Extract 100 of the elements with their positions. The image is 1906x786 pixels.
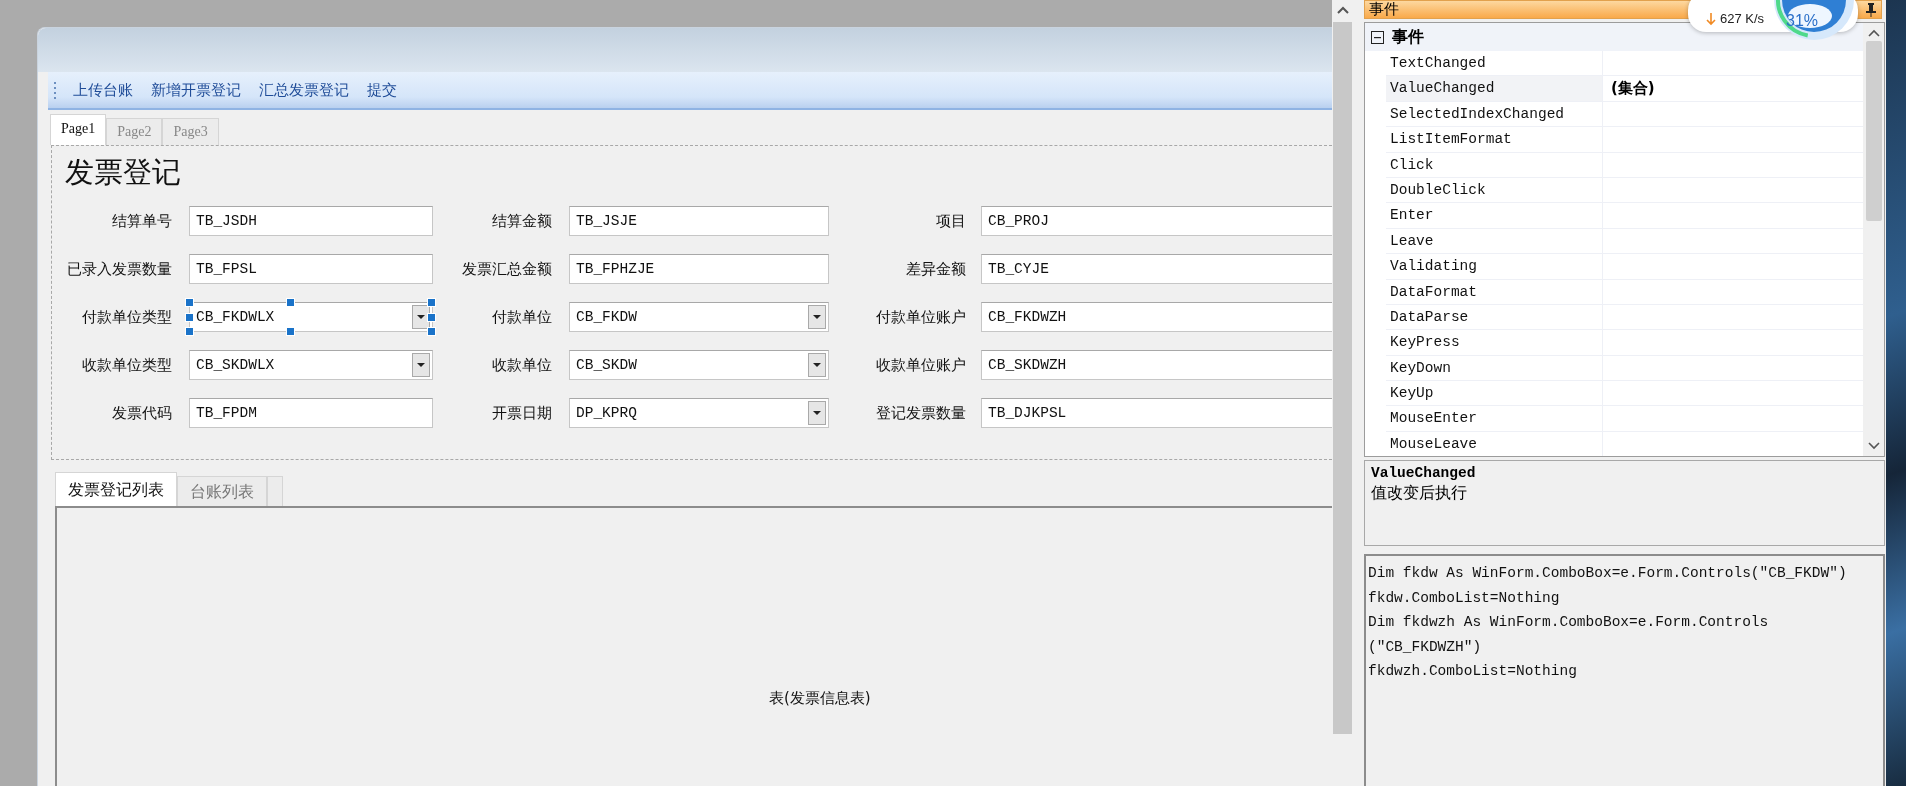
field-label: 付款单位 <box>491 307 553 327</box>
event-name[interactable]: Leave <box>1386 228 1603 254</box>
field-label: 开票日期 <box>491 403 553 423</box>
combo-box[interactable]: CB_SKDWLX <box>189 350 433 380</box>
form-title: 发票登记 <box>65 154 182 191</box>
field-value: CB_FKDWZH <box>988 309 1068 325</box>
event-name[interactable]: ListItemFormat <box>1386 127 1603 152</box>
event-name[interactable]: DataParse <box>1386 304 1603 330</box>
scroll-up-icon[interactable] <box>1336 6 1349 14</box>
field-label: 差异金额 <box>905 259 967 279</box>
field-value: CB_SKDWLX <box>196 357 276 373</box>
field-label: 结算金额 <box>491 211 553 231</box>
field-label: 登记发票数量 <box>875 403 967 423</box>
field-label: 付款单位类型 <box>81 307 173 327</box>
code-editor[interactable]: Dim fkdw As WinForm.ComboBox=e.Form.Controls("CB_FKDW") fkdw.ComboList=Nothing Dim fkdwzh As WinForm.ComboBox=e.Form.Controls ("CB_FKDWZH") fkdwzh.ComboList=Nothing <box>1364 554 1885 786</box>
description-title: ValueChanged <box>1371 465 1477 481</box>
caret-icon <box>813 411 821 415</box>
field-value: TB_CYJE <box>988 261 1050 277</box>
code-line: ("CB_FKDWZH") <box>1368 637 1483 657</box>
event-name[interactable]: DoubleClick <box>1386 177 1603 203</box>
combo-box[interactable]: CB_FKDW <box>569 302 829 332</box>
field-label: 已录入发票数量 <box>66 259 173 279</box>
code-line: fkdw.ComboList=Nothing <box>1368 588 1561 608</box>
text-field[interactable]: TB_JSJE <box>569 206 829 236</box>
dropdown-button[interactable] <box>412 305 430 329</box>
field-label: 收款单位 <box>491 355 553 375</box>
combo-box[interactable]: CB_SKDW <box>569 350 829 380</box>
code-line: Dim fkdw As WinForm.ComboBox=e.Form.Controls("CB_FKDW") <box>1368 564 1848 583</box>
text-field[interactable]: TB_JSDH <box>189 206 433 236</box>
toolbar-button[interactable]: 提交 <box>365 80 399 100</box>
toolbar-button[interactable]: 汇总发票登记 <box>257 80 351 100</box>
field-value: TB_FPDM <box>196 405 258 421</box>
scroll-thumb[interactable] <box>1865 41 1882 221</box>
field-label: 结算单号 <box>111 211 173 231</box>
event-name[interactable]: SelectedIndexChanged <box>1386 101 1603 127</box>
event-name[interactable]: DataFormat <box>1386 279 1603 304</box>
text-field[interactable]: CB_FKDWZH <box>981 302 1332 332</box>
field-value: TB_JSDH <box>196 213 258 229</box>
text-field[interactable]: TB_CYJE <box>981 254 1332 284</box>
field-label: 项目 <box>935 211 967 231</box>
field-value: TB_FPSL <box>196 261 258 277</box>
event-name[interactable]: MouseLeave <box>1386 431 1603 456</box>
text-field[interactable]: TB_FPDM <box>189 398 433 428</box>
pin-icon[interactable] <box>1865 2 1877 17</box>
text-field[interactable]: CB_SKDWZH <box>981 350 1332 380</box>
grip-icon <box>54 81 57 99</box>
caret-icon <box>417 315 425 319</box>
field-value: CB_SKDWZH <box>988 357 1068 373</box>
category-label: 事件 <box>1392 26 1424 48</box>
event-name[interactable]: KeyUp <box>1386 381 1603 406</box>
dropdown-button[interactable] <box>808 353 826 377</box>
scrollbar[interactable] <box>1863 23 1884 456</box>
event-name[interactable]: Enter <box>1386 203 1603 228</box>
description-text: 值改变后执行 <box>1371 483 1468 504</box>
field-value: TB_FPHZJE <box>576 261 656 277</box>
dropdown-button[interactable] <box>412 353 430 377</box>
selection-handle[interactable] <box>286 298 295 307</box>
event-name[interactable]: KeyPress <box>1386 330 1603 355</box>
scroll-down-icon[interactable] <box>1867 442 1880 450</box>
list-tab[interactable]: 发票登记列表 <box>55 472 177 506</box>
field-label: 发票代码 <box>111 403 173 423</box>
text-field[interactable]: TB_DJKPSL <box>981 398 1332 428</box>
dropdown-button[interactable] <box>808 305 826 329</box>
event-name[interactable]: TextChanged <box>1386 51 1603 76</box>
page-tab[interactable]: Page1 <box>50 114 107 145</box>
event-name[interactable]: Click <box>1386 152 1603 177</box>
caret-icon <box>813 363 821 367</box>
event-name[interactable]: Validating <box>1386 254 1603 279</box>
field-label: 发票汇总金额 <box>461 259 553 279</box>
event-value: (集合) <box>1611 79 1655 98</box>
field-value: CB_SKDW <box>576 357 638 373</box>
text-field[interactable]: CB_PROJ <box>981 206 1332 236</box>
selection-handle[interactable] <box>286 327 295 336</box>
toolbar-button[interactable]: 新增开票登记 <box>149 80 243 100</box>
event-name[interactable]: MouseEnter <box>1386 406 1603 431</box>
code-line: Dim fkdwzh As WinForm.ComboBox=e.Form.Controls <box>1368 613 1770 632</box>
field-value: CB_FKDW <box>576 309 638 325</box>
event-name[interactable]: ValueChanged <box>1386 76 1603 101</box>
scrollbar[interactable] <box>1332 0 1353 786</box>
scroll-up-icon[interactable] <box>1867 29 1880 37</box>
download-speed: 627 K/s <box>1720 11 1765 26</box>
field-value: TB_JSJE <box>576 213 638 229</box>
code-line: fkdwzh.ComboList=Nothing <box>1368 662 1578 681</box>
dropdown-button[interactable] <box>808 401 826 425</box>
field-value: CB_FKDWLX <box>196 309 276 325</box>
event-name[interactable]: KeyDown <box>1386 355 1603 381</box>
field-label: 收款单位账户 <box>875 355 967 375</box>
combo-box[interactable]: DP_KPRQ <box>569 398 829 428</box>
toolbar-button[interactable]: 上传台账 <box>71 80 135 100</box>
text-field[interactable]: TB_FPHZJE <box>569 254 829 284</box>
field-value: DP_KPRQ <box>576 405 638 421</box>
field-label: 付款单位账户 <box>875 307 967 327</box>
list-tab[interactable]: 台账列表 <box>177 476 267 506</box>
caret-icon <box>417 363 425 367</box>
field-label: 收款单位类型 <box>81 355 173 375</box>
usage-percent: 31% <box>1786 12 1819 30</box>
field-value: CB_PROJ <box>988 213 1050 229</box>
text-field[interactable]: TB_FPSL <box>189 254 433 284</box>
collapse-icon[interactable] <box>1371 30 1384 44</box>
combo-box[interactable]: CB_FKDWLX <box>189 302 433 332</box>
